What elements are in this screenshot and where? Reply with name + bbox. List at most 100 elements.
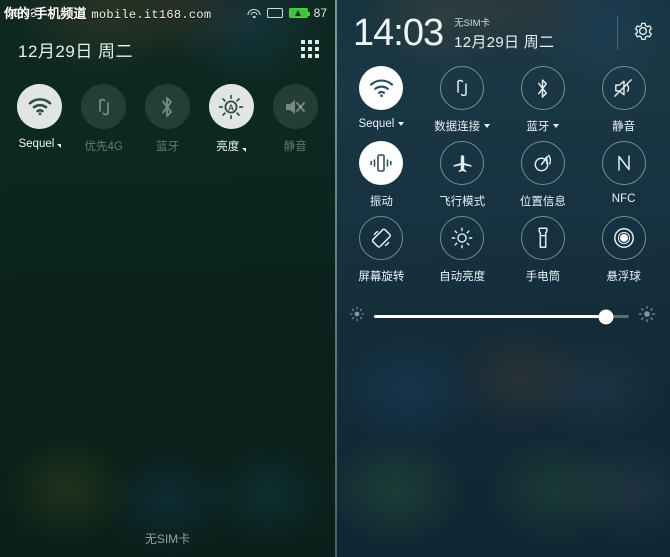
toggle-label: 振动 [370, 193, 393, 209]
toggle-label: Sequel [358, 118, 405, 130]
airplane-glyph [453, 155, 472, 172]
gear-glyph [634, 22, 653, 40]
screen-rotate-glyph [371, 227, 391, 248]
toggle-text: 自动亮度 [439, 271, 486, 283]
toggle-text: NFC [611, 193, 636, 205]
data-connection-icon[interactable] [440, 66, 485, 110]
airplane-icon[interactable] [440, 141, 485, 185]
toggle-wifi[interactable]: Sequel [341, 66, 422, 134]
toggle-screen-rotate[interactable]: 屏幕旋转 [341, 216, 422, 284]
sim-status-label: 无SIM卡 [454, 18, 490, 30]
location-glyph [534, 154, 551, 172]
vibrate-glyph [370, 154, 392, 172]
brightness-track[interactable] [374, 309, 629, 324]
mute-glyph [614, 79, 633, 97]
auto-brightness-icon[interactable]: A [208, 84, 254, 129]
toggle-label: NFC [612, 193, 636, 205]
mute-glyph [286, 99, 306, 114]
right-header: 14:03 无SIM卡 12月29日 周二 [335, 0, 670, 52]
toggle-label: 蓝牙 [526, 118, 560, 134]
battery-percent-label: 87 [313, 6, 327, 20]
status-bar-time: 09:13 [6, 6, 38, 20]
chevron-down-icon[interactable] [57, 144, 62, 148]
toggle-text: 屏幕旋转 [358, 271, 405, 283]
toggle-text: 静音 [283, 141, 307, 153]
left-status-bar: 09:13 87 [0, 0, 335, 26]
toggle-text: 悬浮球 [606, 271, 641, 283]
toggle-text: 振动 [369, 196, 393, 208]
mute-icon[interactable] [272, 84, 318, 129]
toggle-label: 数据连接 [434, 118, 491, 134]
data-arrows-glyph [457, 79, 467, 97]
gear-icon[interactable] [632, 20, 654, 47]
toggle-data-connection[interactable]: 数据连接 [422, 66, 503, 134]
app-grid-icon[interactable] [301, 40, 319, 58]
clock-time: 14:03 [353, 12, 444, 54]
toggle-airplane-mode[interactable]: 飞行模式 [422, 141, 503, 209]
wifi-icon[interactable] [17, 84, 63, 129]
floating-ball-icon[interactable] [601, 216, 646, 260]
toggle-text: 蓝牙 [155, 141, 179, 153]
auto-brightness-glyph: A [219, 94, 244, 119]
chevron-down-icon[interactable] [242, 148, 247, 152]
toggle-vibrate[interactable]: 振动 [341, 141, 422, 209]
toggle-floating-ball[interactable]: 悬浮球 [583, 216, 664, 284]
toggle-mute[interactable]: 静音 [583, 66, 664, 134]
left-toggle-label: 静音 [284, 138, 307, 154]
auto-brightness-icon[interactable] [440, 216, 485, 260]
quick-settings-row: Sequel 数据连接 蓝牙 静音 [341, 66, 664, 134]
toggle-label: 手电筒 [526, 268, 561, 284]
wifi-icon[interactable] [359, 66, 404, 110]
brightness-glyph [451, 227, 473, 249]
bluetooth-glyph [162, 96, 173, 117]
brightness-thumb[interactable] [598, 309, 614, 324]
toggle-location[interactable]: 位置信息 [503, 141, 584, 209]
right-phone-screen: 14:03 无SIM卡 12月29日 周二 Sequel 数据连接 蓝牙 静音 … [335, 0, 670, 557]
bluetooth-icon[interactable] [144, 84, 190, 129]
vibrate-icon[interactable] [359, 141, 404, 185]
location-icon[interactable] [520, 141, 565, 185]
toggle-text: 飞行模式 [439, 196, 486, 208]
flashlight-icon[interactable] [520, 216, 565, 260]
wifi-glyph [28, 98, 52, 116]
toggle-text: 优先4G [84, 141, 123, 153]
brightness-slider[interactable] [335, 291, 670, 328]
toggle-nfc[interactable]: NFC [583, 141, 664, 209]
brightness-low-glyph [349, 306, 365, 322]
left-toggle-brightness[interactable]: A 亮度 [199, 84, 263, 154]
chevron-down-icon[interactable] [398, 122, 405, 126]
left-toggle-data[interactable]: 优先4G [72, 84, 136, 154]
toggle-label: 飞行模式 [439, 193, 485, 209]
toggle-flashlight[interactable]: 手电筒 [503, 216, 584, 284]
toggle-bluetooth[interactable]: 蓝牙 [503, 66, 584, 134]
sim-card-icon [266, 8, 283, 18]
brightness-high-glyph [638, 305, 656, 323]
left-toggle-label: 蓝牙 [156, 138, 179, 154]
nfc-icon[interactable] [601, 141, 646, 185]
left-toggle-row: Sequel 优先4G 蓝牙 A 亮度 静音 [0, 72, 335, 154]
toggle-text: Sequel [358, 118, 395, 130]
data-connection-icon[interactable] [81, 84, 127, 129]
bluetooth-icon[interactable] [520, 66, 565, 110]
quick-settings-row: 振动 飞行模式 位置信息 NFC [341, 141, 664, 209]
floating-ball-glyph [613, 228, 634, 248]
brightness-fill [374, 315, 607, 318]
date-label: 12月29日 周二 [454, 33, 555, 51]
mute-icon[interactable] [601, 66, 646, 110]
left-toggle-bluetooth[interactable]: 蓝牙 [136, 84, 200, 154]
toggle-auto-brightness[interactable]: 自动亮度 [422, 216, 503, 284]
svg-text:A: A [228, 102, 234, 112]
wifi-icon [247, 8, 261, 19]
left-toggle-label: 亮度 [216, 138, 247, 154]
quick-settings-row: 屏幕旋转 自动亮度 手电筒 悬浮球 [341, 216, 664, 284]
chevron-down-icon[interactable] [484, 124, 491, 128]
left-toggle-wifi[interactable]: Sequel [8, 84, 72, 154]
date-column: 无SIM卡 12月29日 周二 [454, 14, 554, 51]
left-toggle-label: Sequel [18, 138, 62, 150]
toggle-label: 自动亮度 [439, 268, 485, 284]
left-toggle-mute[interactable]: 静音 [263, 84, 327, 154]
toggle-text: 数据连接 [434, 121, 481, 133]
brightness-high-icon [638, 305, 656, 328]
chevron-down-icon[interactable] [553, 124, 560, 128]
screen-rotate-icon[interactable] [359, 216, 404, 260]
